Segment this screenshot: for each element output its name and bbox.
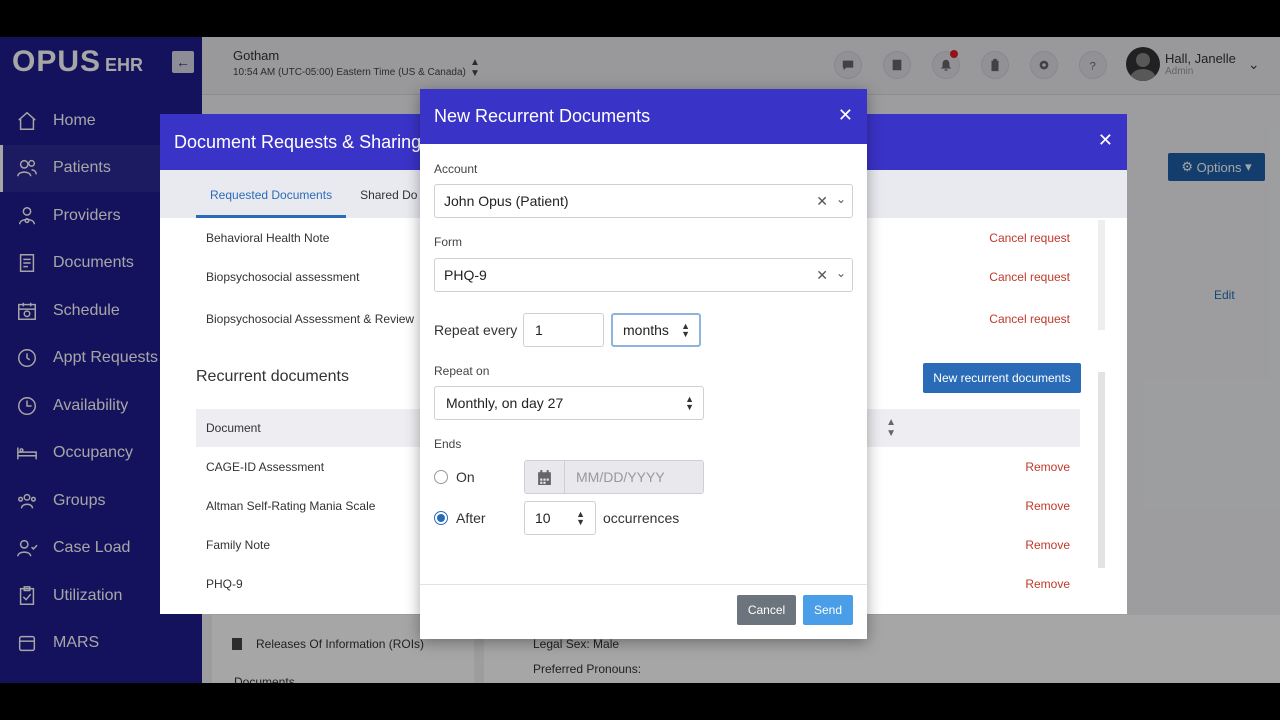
document-name: Behavioral Health Note <box>206 230 330 245</box>
clear-icon[interactable]: ✕ <box>816 193 828 210</box>
spinner-icon[interactable]: ▲ ▼ <box>576 510 585 527</box>
cancel-request-link[interactable]: Cancel request <box>989 312 1070 326</box>
remove-link[interactable]: Remove <box>1025 499 1070 513</box>
updown-icon: ▲ ▼ <box>685 394 694 412</box>
form-label: Form <box>434 235 462 249</box>
cancel-request-link[interactable]: Cancel request <box>989 270 1070 284</box>
app-frame: OPUS EHR ← Home Patients Providers Docum… <box>0 37 1280 683</box>
tab-requested-documents[interactable]: Requested Documents <box>196 170 347 218</box>
account-select[interactable]: John Opus (Patient) ✕ ⌄ <box>434 184 853 218</box>
modal-title: New Recurrent Documents <box>434 106 651 126</box>
remove-link[interactable]: Remove <box>1025 460 1070 474</box>
sort-icon[interactable]: ▲ ▼ <box>886 417 896 439</box>
send-button[interactable]: Send <box>803 595 853 625</box>
document-name: Biopsychosocial Assessment & Review <box>206 312 415 326</box>
occurrences-value: 10 <box>535 510 551 526</box>
new-recurrent-documents-modal: New Recurrent Documents ✕ Account John O… <box>420 89 867 639</box>
repeat-every-row: Repeat every 1 months ▲ ▼ <box>434 313 701 347</box>
calendar-icon[interactable] <box>525 461 565 493</box>
modal-body: Account John Opus (Patient) ✕ ⌄ Form PHQ… <box>420 144 867 584</box>
account-label: Account <box>434 162 478 176</box>
form-value: PHQ-9 <box>444 267 487 283</box>
tab-shared-documents[interactable]: Shared Do <box>346 170 431 218</box>
repeat-every-value: 1 <box>535 322 543 338</box>
cancel-request-link[interactable]: Cancel request <box>989 231 1070 245</box>
document-name: Family Note <box>206 537 271 552</box>
repeat-on-label: Repeat on <box>434 364 490 378</box>
form-select[interactable]: PHQ-9 ✕ ⌄ <box>434 258 853 292</box>
modal-header: New Recurrent Documents ✕ <box>420 89 867 144</box>
close-icon[interactable]: ✕ <box>1098 130 1113 151</box>
ends-date-input[interactable]: MM/DD/YYYY <box>565 461 703 493</box>
clear-icon[interactable]: ✕ <box>816 267 828 284</box>
ends-on-label: On <box>456 469 475 485</box>
scrollbar[interactable] <box>1098 220 1105 330</box>
document-name: CAGE-ID Assessment <box>206 459 325 474</box>
repeat-unit-select[interactable]: months ▲ ▼ <box>611 313 701 347</box>
repeat-on-value: Monthly, on day 27 <box>446 395 564 411</box>
repeat-unit-value: months <box>623 322 669 338</box>
column-document[interactable]: Document <box>206 421 261 435</box>
document-name: Altman Self-Rating Mania Scale <box>206 498 376 513</box>
scrollbar[interactable] <box>1098 372 1105 568</box>
ends-on-radio[interactable] <box>434 470 448 484</box>
repeat-on-select[interactable]: Monthly, on day 27 ▲ ▼ <box>434 386 704 420</box>
modal-title: Document Requests & Sharing <box>174 131 422 152</box>
chevron-down-icon[interactable]: ⌄ <box>836 266 846 280</box>
cancel-button[interactable]: Cancel <box>737 595 796 625</box>
remove-link[interactable]: Remove <box>1025 538 1070 552</box>
occurrences-input[interactable]: 10 ▲ ▼ <box>524 501 596 535</box>
modal-footer: Cancel Send <box>420 584 867 639</box>
updown-icon: ▲ ▼ <box>681 321 690 339</box>
ends-after-radio[interactable] <box>434 511 448 525</box>
remove-link[interactable]: Remove <box>1025 577 1070 591</box>
document-name: PHQ-9 <box>206 576 243 591</box>
ends-after-label: After <box>456 510 486 526</box>
ends-date-picker[interactable]: MM/DD/YYYY <box>524 460 704 494</box>
repeat-every-label: Repeat every <box>434 322 518 338</box>
recurrent-documents-title: Recurrent documents <box>196 368 349 385</box>
account-value: John Opus (Patient) <box>444 193 569 209</box>
close-icon[interactable]: ✕ <box>838 105 853 126</box>
repeat-every-input[interactable]: 1 <box>523 313 604 347</box>
document-name: Biopsychosocial assessment <box>206 269 360 284</box>
ends-after-row: After 10 ▲ ▼ occurrences <box>434 501 679 535</box>
new-recurrent-documents-button[interactable]: New recurrent documents <box>923 363 1081 393</box>
ends-on-row: On MM/DD/YYYY <box>434 460 704 494</box>
chevron-down-icon[interactable]: ⌄ <box>836 192 846 206</box>
ends-label: Ends <box>434 437 462 451</box>
occurrences-label: occurrences <box>603 510 680 526</box>
